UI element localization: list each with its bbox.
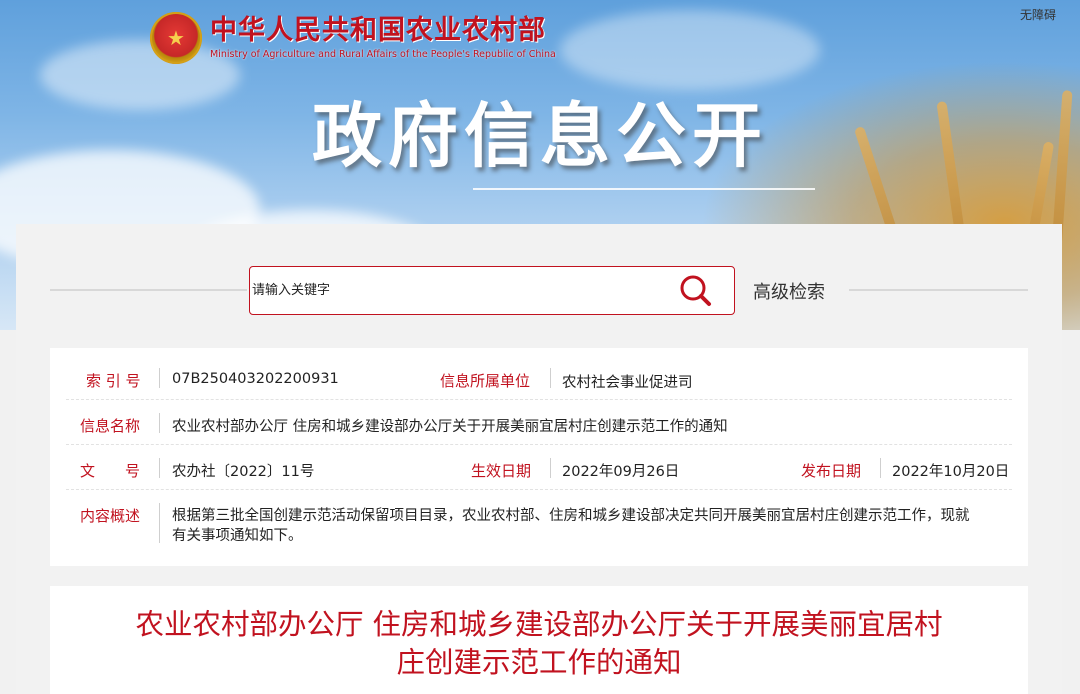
name-label: 信息名称 xyxy=(80,417,141,435)
label-separator xyxy=(159,413,160,433)
summary-line-1: 根据第三批全国创建示范活动保留项目目录，农业农村部、住房和城乡建设部决定共同开展… xyxy=(172,508,970,524)
search-input[interactable] xyxy=(250,267,670,314)
unit-value: 农村社会事业促进司 xyxy=(562,375,693,391)
title-divider xyxy=(473,188,815,190)
content-panel: 高级检索 索 引 号 07B250403202200931 信息所属单位 农村社… xyxy=(16,224,1062,694)
label-separator xyxy=(880,458,881,478)
index-label: 索 引 号 xyxy=(86,372,141,390)
search-row: 高级检索 xyxy=(16,266,1062,316)
info-row-index: 索 引 号 07B250403202200931 信息所属单位 农村社会事业促进… xyxy=(66,348,1012,400)
article-title-line-1: 农业农村部办公厅 住房和城乡建设部办公厅关于开展美丽宜居村 xyxy=(135,608,943,641)
doc-number-value: 农办社〔2022〕11号 xyxy=(172,464,315,480)
summary-label: 内容概述 xyxy=(80,507,141,525)
effective-date-label: 生效日期 xyxy=(471,462,532,480)
doc-number-label: 文 号 xyxy=(80,462,141,480)
divider-line xyxy=(849,289,1028,291)
unit-label: 信息所属单位 xyxy=(440,372,531,390)
name-value: 农业农村部办公厅 住房和城乡建设部办公厅关于开展美丽宜居村庄创建示范工作的通知 xyxy=(172,419,728,435)
info-row-summary: 内容概述 根据第三批全国创建示范活动保留项目目录，农业农村部、住房和城乡建设部决… xyxy=(66,490,1012,566)
divider-line xyxy=(50,289,247,291)
ministry-logo[interactable]: ★ 中华人民共和国农业农村部 Ministry of Agriculture a… xyxy=(150,12,556,64)
accessibility-link[interactable]: 无障碍 xyxy=(1020,6,1056,23)
search-box xyxy=(249,266,735,315)
label-separator xyxy=(159,368,160,388)
national-emblem-icon: ★ xyxy=(150,12,202,64)
article-card: 农业农村部办公厅 住房和城乡建设部办公厅关于开展美丽宜居村 庄创建示范工作的通知 xyxy=(50,586,1028,694)
ministry-name-en: Ministry of Agriculture and Rural Affair… xyxy=(210,49,556,60)
search-icon[interactable] xyxy=(678,273,714,309)
index-value: 07B250403202200931 xyxy=(172,371,339,387)
label-separator xyxy=(159,503,160,543)
info-row-doc: 文 号 农办社〔2022〕11号 生效日期 2022年09月26日 发布日期 2… xyxy=(66,445,1012,490)
label-separator xyxy=(550,458,551,478)
label-separator xyxy=(159,458,160,478)
publish-date-value: 2022年10月20日 xyxy=(892,464,1010,480)
label-separator xyxy=(550,368,551,388)
article-title: 农业农村部办公厅 住房和城乡建设部办公厅关于开展美丽宜居村 庄创建示范工作的通知 xyxy=(90,606,988,682)
page-title: 政府信息公开 xyxy=(312,95,768,177)
ministry-name-cn: 中华人民共和国农业农村部 xyxy=(210,15,546,46)
effective-date-value: 2022年09月26日 xyxy=(562,464,680,480)
info-row-name: 信息名称 农业农村部办公厅 住房和城乡建设部办公厅关于开展美丽宜居村庄创建示范工… xyxy=(66,400,1012,445)
article-title-line-2: 庄创建示范工作的通知 xyxy=(396,646,682,679)
summary-line-2: 有关事项通知如下。 xyxy=(172,528,303,544)
publish-date-label: 发布日期 xyxy=(801,462,862,480)
advanced-search-link[interactable]: 高级检索 xyxy=(753,278,825,304)
info-metadata-card: 索 引 号 07B250403202200931 信息所属单位 农村社会事业促进… xyxy=(50,348,1028,566)
logo-text: 中华人民共和国农业农村部 Ministry of Agriculture and… xyxy=(210,15,556,61)
